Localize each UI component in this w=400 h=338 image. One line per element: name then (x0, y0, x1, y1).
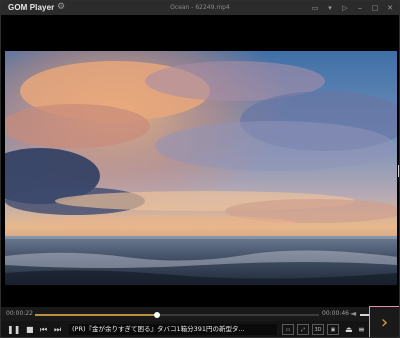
chevron-right-icon: › (380, 311, 389, 333)
playlist-icon[interactable]: ≡ (358, 324, 365, 336)
play-next-icon[interactable]: ▷ (339, 2, 351, 13)
close-icon[interactable]: ✕ (384, 2, 396, 13)
capture-icon[interactable]: ▣ (327, 324, 339, 335)
window-controls: ▭ ▾ ▷ ‒ □ ✕ (309, 2, 396, 13)
menu-chevron-icon[interactable]: ▾ (324, 2, 336, 13)
video-image (5, 51, 397, 285)
video-area[interactable] (1, 15, 399, 307)
seek-bar-area: 00:00:22 00:00:46 ◄ (1, 307, 399, 321)
current-time: 00:00:22 (6, 310, 33, 317)
control-bar: ❚❚ ■ ⏮ ⏭ (PR)『金が余りすぎて困る』タバコ1箱分391円の新型タ..… (1, 321, 399, 337)
previous-icon[interactable]: ⏮ (40, 324, 47, 336)
pause-icon[interactable]: ❚❚ (7, 324, 20, 336)
video-frame[interactable] (5, 51, 397, 285)
maximize-icon[interactable]: □ (369, 2, 381, 13)
total-time: 00:00:46 (322, 310, 349, 317)
title-bar[interactable]: GOM Player ⚙ Ocean - 62249.mp4 ▭ ▾ ▷ ‒ □… (1, 1, 399, 15)
next-icon[interactable]: ⏭ (54, 324, 61, 336)
player-window: GOM Player ⚙ Ocean - 62249.mp4 ▭ ▾ ▷ ‒ □… (0, 0, 400, 338)
seek-progress (35, 314, 158, 316)
ad-banner[interactable]: (PR)『金が余りすぎて困る』タバコ1箱分391円の新型タ... (69, 324, 277, 335)
screen-mode-icon[interactable]: ▭ (282, 324, 294, 335)
seek-track[interactable] (35, 312, 319, 318)
eject-icon[interactable]: ⏏ (345, 324, 353, 336)
pin-icon[interactable]: ▭ (309, 2, 321, 13)
fit-screen-icon[interactable]: ⤢ (297, 324, 309, 335)
minimize-icon[interactable]: ‒ (354, 2, 366, 13)
3d-mode-button[interactable]: 3D (312, 324, 324, 335)
seek-handle[interactable] (154, 312, 161, 318)
stop-icon[interactable]: ■ (26, 324, 34, 336)
expand-panel-button[interactable]: › (369, 306, 399, 337)
volume-icon[interactable]: ◄ (350, 309, 356, 318)
